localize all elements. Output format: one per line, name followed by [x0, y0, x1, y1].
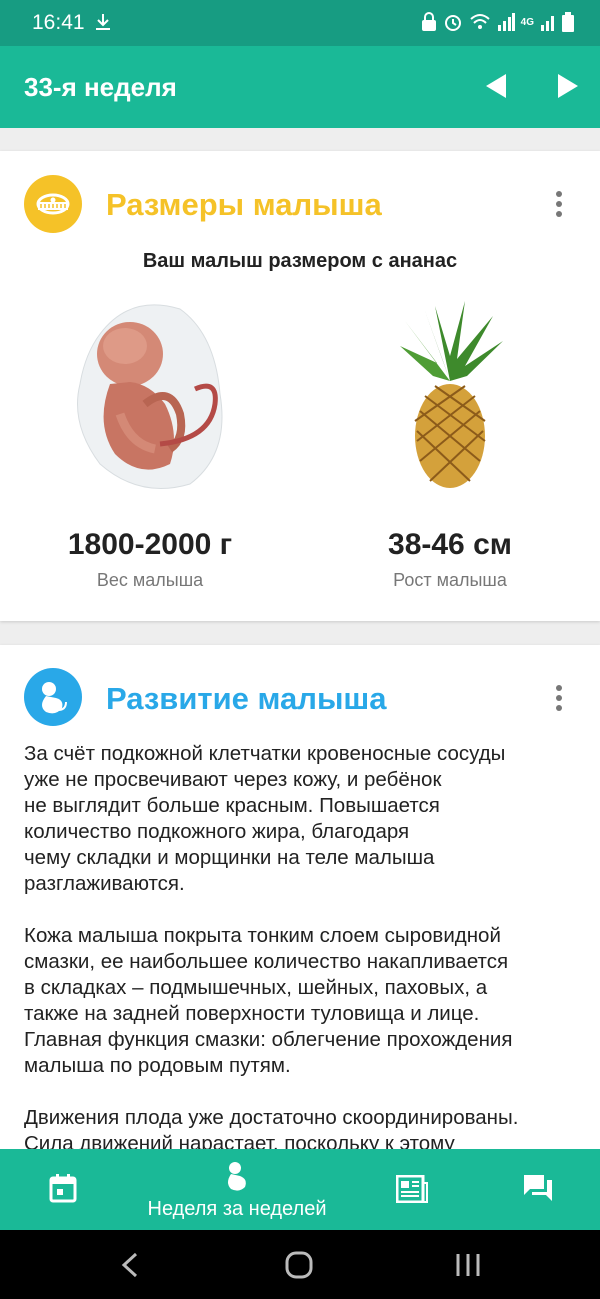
- wifi-icon: [469, 14, 490, 29]
- signal-icon: [497, 13, 515, 31]
- alarm-icon: [444, 15, 461, 31]
- fetus-icon: [24, 668, 82, 726]
- paragraph: Движения плода уже достаточно скоординир…: [24, 1106, 519, 1155]
- height-value: 38-46 см: [388, 528, 512, 561]
- chat-icon: [524, 1175, 552, 1201]
- more-options-icon[interactable]: [550, 683, 568, 713]
- tape-measure-icon: [24, 175, 82, 233]
- back-icon[interactable]: [120, 1252, 140, 1278]
- network-type: 4G: [520, 16, 534, 28]
- baby-size-card: Размеры малыша Ваш малыш размером с анан…: [0, 151, 600, 621]
- bottom-navigation: Неделя за неделей: [0, 1149, 600, 1230]
- lock-icon: [421, 12, 436, 31]
- pineapple-image: [400, 301, 503, 488]
- card-title: Развитие малыша: [106, 681, 387, 716]
- newspaper-icon: [396, 1175, 428, 1203]
- paragraph: Кожа малыша покрыта тонким слоем сыровид…: [24, 924, 513, 1077]
- previous-week-button[interactable]: [480, 68, 516, 104]
- app-bar: 33-я неделя: [0, 46, 600, 128]
- status-icons: 4G: [421, 12, 574, 32]
- nav-week-by-week[interactable]: Неделя за неделей: [137, 1149, 337, 1230]
- nav-chat[interactable]: [490, 1149, 600, 1230]
- page-title: 33-я неделя: [24, 72, 177, 102]
- baby-development-card: Развитие малыша За счёт подкожной клетча…: [0, 645, 600, 1155]
- nav-articles[interactable]: [360, 1149, 470, 1230]
- fetus-icon: [228, 1162, 246, 1191]
- weight-label: Вес малыша: [96, 570, 204, 590]
- system-navigation-bar: [0, 1230, 600, 1299]
- nav-label: Неделя за неделей: [147, 1198, 327, 1220]
- height-label: Рост малыша: [393, 570, 507, 590]
- paragraph: За счёт подкожной клетчатки кровеносные …: [24, 742, 506, 895]
- size-comparison-text: Ваш малыш размером с ананас: [142, 250, 458, 272]
- development-text: За счёт подкожной клетчатки кровеносные …: [24, 741, 584, 1155]
- weight-value: 1800-2000 г: [67, 528, 233, 561]
- download-icon: [96, 14, 110, 30]
- clock: 16:41: [32, 11, 85, 34]
- calendar-icon: [49, 1174, 77, 1203]
- signal-icon: [541, 16, 554, 31]
- card-title: Размеры малыша: [106, 187, 382, 222]
- next-week-button[interactable]: [548, 68, 584, 104]
- recent-apps-icon[interactable]: [454, 1252, 482, 1278]
- nav-calendar[interactable]: [0, 1149, 130, 1230]
- battery-icon: [562, 12, 574, 32]
- status-bar: 16:41 4G: [0, 0, 600, 46]
- more-options-icon[interactable]: [550, 189, 568, 219]
- fetus-image: [77, 304, 223, 489]
- home-icon[interactable]: [284, 1251, 314, 1279]
